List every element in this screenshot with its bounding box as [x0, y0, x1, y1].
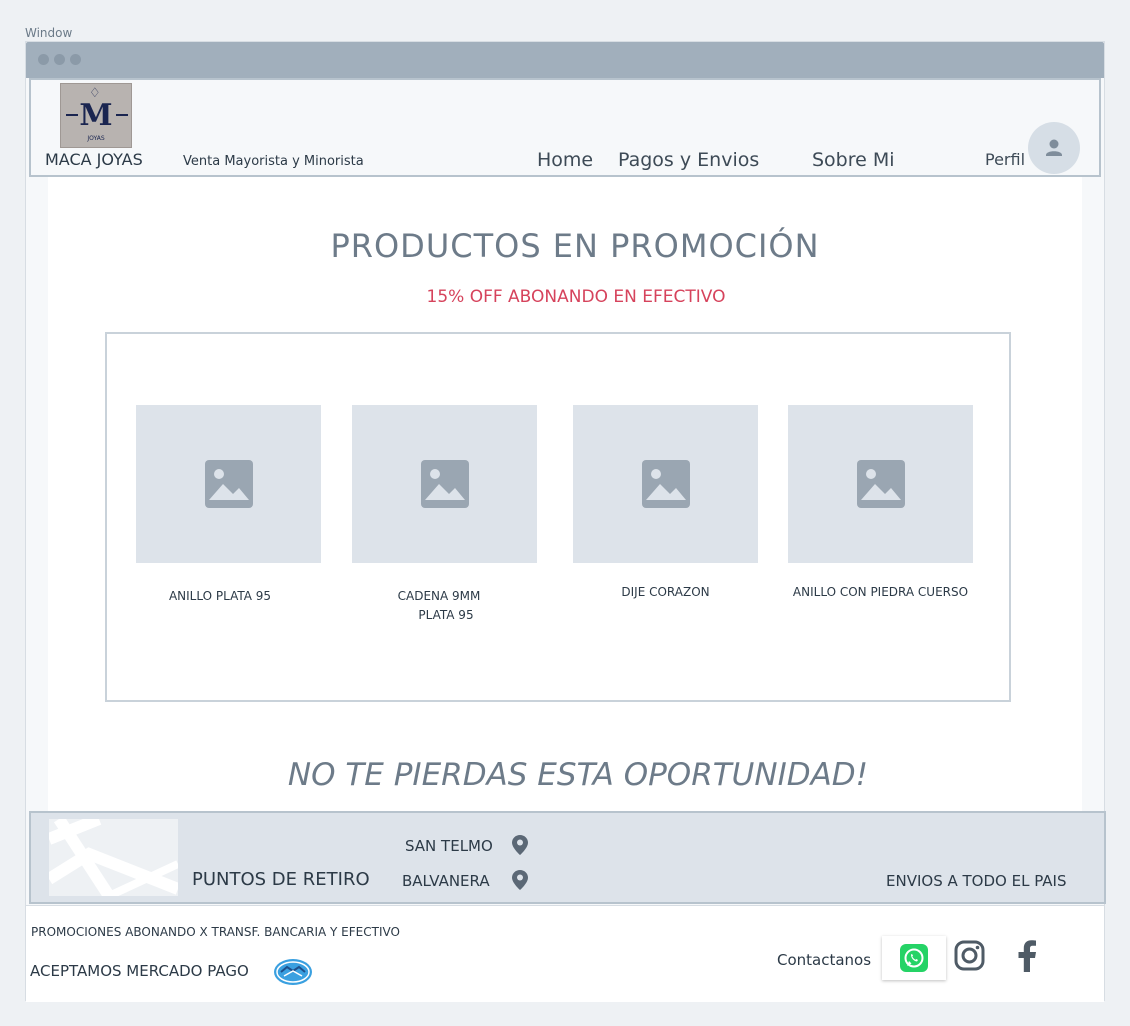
window-close-dot[interactable]: [38, 54, 49, 65]
image-placeholder-icon: [642, 460, 690, 508]
mercadopago-icon[interactable]: [273, 958, 313, 986]
product-label-2[interactable]: CADENA 9MM PLATA 95: [371, 587, 521, 625]
promo-note: PROMOCIONES ABONANDO X TRANSF. BANCARIA …: [31, 925, 400, 939]
window-maximize-dot[interactable]: [70, 54, 81, 65]
product-image-4[interactable]: [788, 405, 973, 563]
map-pin-icon[interactable]: [512, 870, 528, 890]
pickup-title: PUNTOS DE RETIRO: [192, 869, 370, 890]
product-name-line1: ANILLO PLATA 95: [168, 589, 272, 603]
promo-title: PRODUCTOS EN PROMOCIÓN: [330, 227, 820, 265]
instagram-icon[interactable]: [954, 940, 985, 971]
promo-subtitle: 15% OFF ABONANDO EN EFECTIVO: [426, 287, 726, 307]
map-pin-icon[interactable]: [512, 835, 528, 855]
brand-logo[interactable]: ♢ M JOYAS: [60, 83, 132, 148]
location-san-telmo: SAN TELMO: [405, 837, 493, 855]
facebook-icon[interactable]: [1017, 940, 1037, 972]
pickup-strip: PUNTOS DE RETIRO SAN TELMO BALVANERA ENV…: [29, 811, 1106, 904]
map-thumbnail[interactable]: [49, 819, 178, 896]
contact-label: Contactanos: [777, 951, 872, 969]
window-titlebar: [26, 42, 1104, 78]
product-image-2[interactable]: [352, 405, 537, 563]
image-placeholder-icon: [205, 460, 253, 508]
site-header: ♢ M JOYAS MACA JOYAS Venta Mayorista y M…: [29, 78, 1101, 177]
brand-name: MACA JOYAS: [45, 150, 143, 169]
location-balvanera: BALVANERA: [402, 872, 490, 890]
image-placeholder-icon: [421, 460, 469, 508]
nav-pagos-envios[interactable]: Pagos y Envios: [618, 149, 759, 171]
payment-note: ACEPTAMOS MERCADO PAGO: [30, 962, 249, 980]
map-graphic: [49, 819, 178, 896]
products-box: ANILLO PLATA 95 CADENA 9MM PLATA 95 DIJE…: [105, 332, 1011, 702]
product-label-3[interactable]: DIJE CORAZON: [573, 583, 758, 602]
product-label-1[interactable]: ANILLO PLATA 95: [136, 587, 304, 606]
image-placeholder-icon: [857, 460, 905, 508]
shipping-note: ENVIOS A TODO EL PAIS: [886, 872, 1067, 890]
brand-tagline: Venta Mayorista y Minorista: [183, 154, 364, 169]
whatsapp-icon: [900, 944, 928, 972]
product-image-3[interactable]: [573, 405, 758, 563]
promo-slogan: NO TE PIERDAS ESTA OPORTUNIDAD!: [287, 757, 869, 793]
main-content: PRODUCTOS EN PROMOCIÓN 15% OFF ABONANDO …: [48, 177, 1082, 812]
user-icon: [1046, 139, 1062, 156]
product-label-4[interactable]: ANILLO CON PIEDRA CUERSO: [779, 583, 982, 602]
site-footer: PROMOCIONES ABONANDO X TRANSF. BANCARIA …: [26, 905, 1104, 1002]
product-name-line1: ANILLO CON PIEDRA CUERSO: [792, 585, 969, 599]
product-name-line2: PLATA 95: [418, 608, 474, 622]
profile-label[interactable]: Perfil: [985, 150, 1025, 169]
product-name-line1: DIJE CORAZON: [621, 585, 710, 599]
browser-window: ♢ M JOYAS MACA JOYAS Venta Mayorista y M…: [25, 41, 1106, 1002]
window-label: Window: [25, 26, 73, 40]
window-minimize-dot[interactable]: [54, 54, 65, 65]
whatsapp-button[interactable]: [882, 936, 946, 980]
profile-avatar[interactable]: [1028, 122, 1080, 174]
product-image-1[interactable]: [136, 405, 321, 563]
logo-bar-right: [116, 114, 128, 116]
nav-sobre-mi[interactable]: Sobre Mi: [812, 149, 895, 171]
logo-subtext: JOYAS: [87, 135, 105, 142]
product-name-line1: CADENA 9MM: [397, 589, 481, 603]
nav-home[interactable]: Home: [537, 149, 593, 171]
